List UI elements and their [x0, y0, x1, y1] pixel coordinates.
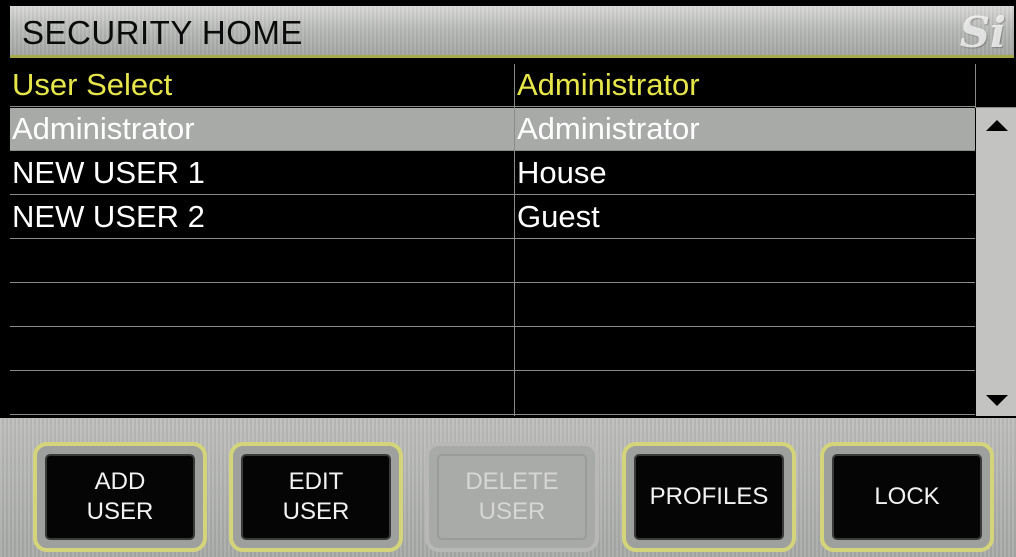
page-title: SECURITY HOME: [22, 14, 303, 51]
user-profile-cell: [517, 372, 973, 414]
lock-button-face: LOCK: [832, 454, 982, 540]
column-header-profile: Administrator: [517, 67, 700, 102]
user-name-cell: [12, 284, 512, 326]
user-name-cell: NEW USER 1: [12, 155, 205, 190]
user-name-cell: Administrator: [12, 111, 195, 146]
user-name-cell: [12, 372, 512, 414]
add-user-button[interactable]: ADD USER: [33, 442, 207, 552]
security-home-screen: SECURITY HOME Si User Select Administrat…: [0, 0, 1016, 557]
add-user-label-line1: ADD: [94, 468, 146, 495]
column-divider: [514, 64, 515, 416]
profiles-button-face: PROFILES: [634, 454, 784, 540]
table-scrollbar[interactable]: [976, 108, 1016, 416]
profiles-button[interactable]: PROFILES: [622, 442, 796, 552]
table-row[interactable]: [10, 328, 975, 371]
user-name-cell: [12, 240, 512, 282]
table-row[interactable]: [10, 284, 975, 327]
delete-user-button[interactable]: DELETE USER: [425, 442, 599, 552]
user-table: User Select Administrator Administrator …: [10, 64, 975, 416]
profiles-label: PROFILES: [649, 483, 769, 510]
table-header-row: User Select Administrator: [10, 64, 975, 107]
table-row[interactable]: NEW USER 1 House: [10, 152, 975, 195]
lock-button[interactable]: LOCK: [820, 442, 994, 552]
table-row[interactable]: [10, 372, 975, 415]
si-logo: Si: [959, 8, 1006, 57]
arrow-down-icon[interactable]: [986, 395, 1008, 406]
edit-user-label-line1: EDIT: [288, 468, 344, 495]
delete-user-label-line2: USER: [478, 498, 546, 525]
lock-label: LOCK: [874, 483, 940, 510]
add-user-button-face: ADD USER: [45, 454, 195, 540]
user-profile-cell: House: [517, 155, 607, 190]
title-bar: SECURITY HOME Si: [10, 6, 1014, 58]
table-row[interactable]: [10, 240, 975, 283]
user-profile-cell: [517, 240, 973, 282]
user-profile-cell: Administrator: [517, 111, 700, 146]
arrow-up-icon[interactable]: [986, 120, 1008, 131]
bottom-toolbar: ADD USER EDIT USER DELETE USER PROFILES …: [0, 418, 1016, 557]
edit-user-button[interactable]: EDIT USER: [229, 442, 403, 552]
user-name-cell: [12, 328, 512, 370]
user-profile-cell: [517, 328, 973, 370]
table-row[interactable]: Administrator Administrator: [10, 108, 975, 151]
column-header-user-select: User Select: [12, 67, 173, 102]
user-name-cell: NEW USER 2: [12, 199, 205, 234]
user-profile-cell: Guest: [517, 199, 600, 234]
add-user-label-line2: USER: [86, 498, 154, 525]
delete-user-button-face: DELETE USER: [437, 454, 587, 540]
edit-user-button-face: EDIT USER: [241, 454, 391, 540]
table-row[interactable]: NEW USER 2 Guest: [10, 196, 975, 239]
delete-user-label-line1: DELETE: [465, 468, 559, 495]
user-profile-cell: [517, 284, 973, 326]
scrollbar-header-spacer: [975, 64, 1016, 108]
edit-user-label-line2: USER: [282, 498, 350, 525]
